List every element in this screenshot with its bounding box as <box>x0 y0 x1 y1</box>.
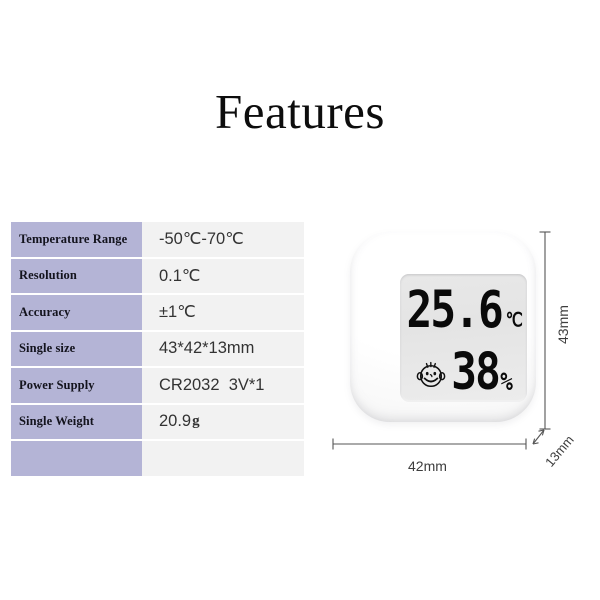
spec-value: 43*42*13mm <box>142 331 304 366</box>
temperature-readout: 25.6 ℃ <box>400 277 527 335</box>
page-title: Features <box>215 84 385 139</box>
spec-value <box>142 441 304 476</box>
humidity-unit: % <box>500 367 513 397</box>
spec-value-text: 43*42*13mm <box>159 339 255 358</box>
depth-dimension-line <box>532 429 545 445</box>
table-row: Single size 43*42*13mm <box>11 331 304 366</box>
spec-label: Single size <box>11 331 142 366</box>
height-dimension-label: 43mm <box>555 305 571 344</box>
width-dimension-label: 42mm <box>408 458 447 474</box>
humidity-value: 38 <box>451 342 501 402</box>
spec-value-text: 20.9 <box>159 412 192 431</box>
temperature-unit: ℃ <box>505 308 523 332</box>
spec-value-text: CR2032 3V*1 <box>159 375 265 394</box>
spec-value: -50℃-70℃ <box>142 222 304 257</box>
spec-label <box>11 441 142 476</box>
spec-label: Power Supply <box>11 368 142 403</box>
table-row: Single Weight 20.9 g <box>11 404 304 439</box>
humidity-readout: 38 % <box>400 337 527 397</box>
table-row <box>11 441 304 476</box>
features-page: Features Temperature Range -50℃-70℃ Reso… <box>0 0 600 600</box>
spec-value-text: 0.1℃ <box>159 266 201 285</box>
thermometer-device-body: 25.6 ℃ 38 % <box>350 232 536 422</box>
spec-label: Resolution <box>11 258 142 293</box>
spec-value: 20.9 g <box>142 404 304 439</box>
specification-table: Temperature Range -50℃-70℃ Resolution 0.… <box>11 222 304 478</box>
spec-label: Temperature Range <box>11 222 142 257</box>
spec-value: CR2032 3V*1 <box>142 368 304 403</box>
device-figure: 25.6 ℃ 38 % 42mm 43mm 13mm <box>330 222 594 488</box>
lcd-screen: 25.6 ℃ 38 % <box>400 274 527 402</box>
spec-value-text: ±1℃ <box>159 303 196 322</box>
depth-dimension-label: 13mm <box>542 432 577 470</box>
spec-value-unit: g <box>192 413 200 430</box>
spec-value-text: -50℃-70℃ <box>159 230 244 249</box>
spec-value: 0.1℃ <box>142 258 304 293</box>
smiley-face-icon <box>416 361 446 388</box>
table-row: Power Supply CR2032 3V*1 <box>11 368 304 403</box>
table-row: Accuracy ±1℃ <box>11 295 304 330</box>
spec-label: Single Weight <box>11 404 142 439</box>
spec-value: ±1℃ <box>142 295 304 330</box>
temperature-value: 25.6 <box>406 280 504 340</box>
table-row: Resolution 0.1℃ <box>11 258 304 293</box>
table-row: Temperature Range -50℃-70℃ <box>11 222 304 257</box>
spec-label: Accuracy <box>11 295 142 330</box>
